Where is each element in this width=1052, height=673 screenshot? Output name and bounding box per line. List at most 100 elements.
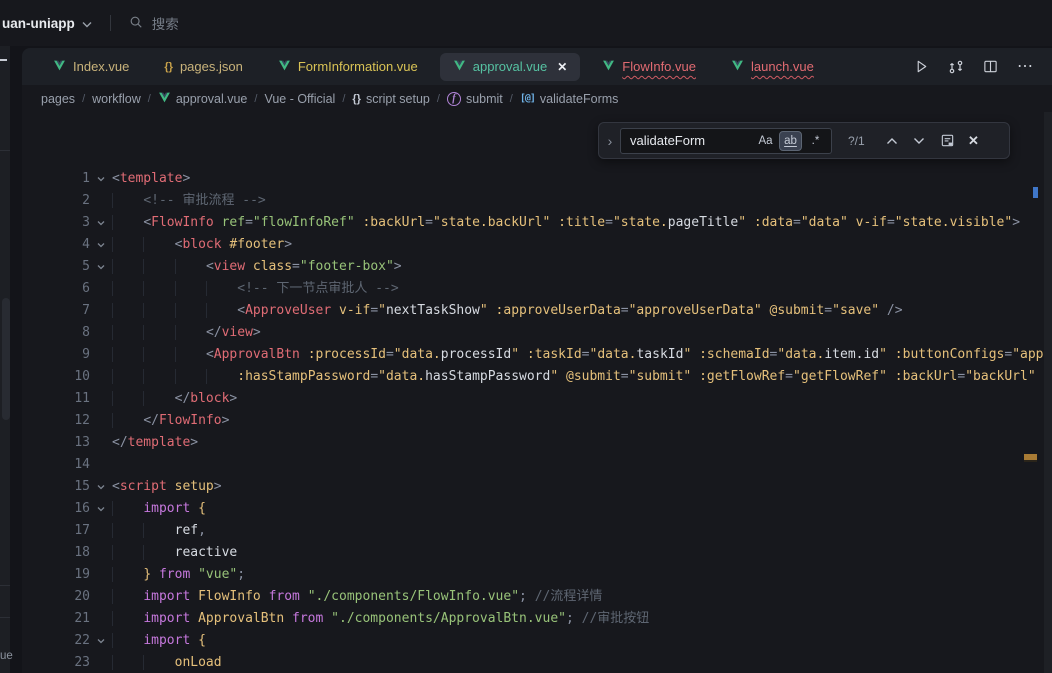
chevron-down-icon (82, 16, 92, 31)
braces-icon: {} (352, 93, 361, 105)
code-line: 5 <view class="footer-box"> (22, 256, 1052, 278)
breadcrumb-separator: / (437, 93, 440, 105)
sidebar-divider (0, 617, 10, 618)
line-content: :hasStampPassword="data.hasStampPassword… (112, 366, 1052, 388)
breadcrumb-item-workflow[interactable]: workflow (92, 92, 141, 106)
previous-match-icon[interactable] (886, 137, 898, 145)
line-number: 15 (22, 476, 90, 498)
tab-pages-json[interactable]: {} pages.json (151, 53, 255, 81)
fold-gutter (90, 366, 112, 388)
vue-icon (453, 59, 466, 75)
breadcrumb-item-validateforms[interactable]: [@]validateForms (520, 92, 619, 106)
find-in-selection-icon[interactable] (940, 133, 955, 148)
code-line: 9 <ApprovalBtn :processId="data.processI… (22, 344, 1052, 366)
code-editor[interactable]: 1<template>2 <!-- 审批流程 -->3 <FlowInfo re… (22, 112, 1052, 673)
breadcrumb-item-approval-vue[interactable]: approval.vue (158, 91, 248, 107)
close-find-icon[interactable]: ✕ (968, 133, 979, 149)
line-content: reactive (112, 542, 1052, 564)
vue-icon (53, 59, 66, 75)
code-line: 10 :hasStampPassword="data.hasStampPassw… (22, 366, 1052, 388)
find-result-count: ?/1 (848, 134, 872, 148)
titlebar-divider (110, 15, 111, 31)
line-content: <template> (112, 168, 1052, 190)
whole-word-button[interactable]: ab (779, 131, 802, 151)
breadcrumb-label: script setup (366, 92, 430, 106)
line-number: 6 (22, 278, 90, 300)
line-content: import { (112, 630, 1052, 652)
fold-gutter (90, 586, 112, 608)
code-line: 12 </FlowInfo> (22, 410, 1052, 432)
toggle-replace-icon[interactable]: › (602, 133, 618, 149)
more-actions-icon[interactable]: ⋯ (1017, 62, 1034, 72)
fold-chevron-icon[interactable] (90, 234, 112, 256)
tab-index-vue[interactable]: Index.vue (40, 53, 142, 81)
fold-gutter (90, 410, 112, 432)
breadcrumb-label: workflow (92, 92, 141, 106)
find-nav (886, 133, 955, 148)
fold-chevron-icon[interactable] (90, 498, 112, 520)
split-editor-icon[interactable] (983, 59, 998, 74)
fold-gutter (90, 542, 112, 564)
run-icon[interactable] (914, 59, 929, 74)
sidebar-partial-filename: ue (0, 650, 13, 662)
breadcrumb-separator: / (148, 93, 151, 105)
line-content: <!-- 下一节点审批人 --> (112, 278, 1052, 300)
fold-gutter (90, 608, 112, 630)
tab-label: pages.json (180, 59, 243, 74)
title-bar: uan-uniapp 搜索 (0, 0, 1052, 46)
code-line: 1 <template> (22, 168, 1052, 190)
tab-label: Index.vue (73, 59, 129, 74)
vue-icon (731, 59, 744, 75)
next-match-icon[interactable] (913, 137, 925, 145)
project-switcher[interactable]: uan-uniapp (2, 16, 92, 31)
editor-scrollbar[interactable] (1044, 112, 1052, 673)
code-line: 17 ref, (22, 520, 1052, 542)
tab-forminformation-vue[interactable]: FormInformation.vue (265, 53, 431, 81)
sidebar-fragment: ue (0, 46, 10, 673)
line-number: 2 (22, 190, 90, 212)
tab-launch-vue[interactable]: launch.vue (718, 53, 827, 81)
breadcrumb: pages/workflow/approval.vue/Vue - Offici… (22, 85, 1052, 112)
fold-gutter (90, 520, 112, 542)
breadcrumb-label: validateForms (540, 92, 619, 106)
find-input[interactable]: validateForm Aa ab .* (620, 128, 832, 154)
close-icon[interactable]: ✕ (557, 60, 567, 74)
fold-chevron-icon[interactable] (90, 212, 112, 234)
line-content: import ApprovalBtn from "./components/Ap… (112, 608, 1052, 630)
search-placeholder: 搜索 (152, 13, 179, 33)
line-number: 9 (22, 344, 90, 366)
line-content: </block> (112, 388, 1052, 410)
global-search[interactable]: 搜索 (129, 13, 179, 33)
line-content: <ApprovalBtn :processId="data.processId"… (112, 344, 1052, 366)
line-content: ref, (112, 520, 1052, 542)
fold-chevron-icon[interactable] (90, 256, 112, 278)
sidebar-scrollbar[interactable] (2, 298, 10, 420)
breadcrumb-item-pages[interactable]: pages (41, 92, 75, 106)
line-number: 5 (22, 256, 90, 278)
tab-flowinfo-vue[interactable]: FlowInfo.vue (589, 53, 709, 81)
line-number: 1 (22, 168, 90, 190)
tab-label: approval.vue (473, 59, 547, 74)
fold-chevron-icon[interactable] (90, 476, 112, 498)
line-content: <!-- 审批流程 --> (112, 190, 1052, 212)
tab-approval-vue[interactable]: approval.vue ✕ (440, 53, 581, 81)
line-content: <view class="footer-box"> (112, 256, 1052, 278)
line-content: </view> (112, 322, 1052, 344)
search-icon (129, 15, 143, 32)
match-case-button[interactable]: Aa (754, 131, 777, 151)
line-number: 8 (22, 322, 90, 344)
line-number: 12 (22, 410, 90, 432)
fold-chevron-icon[interactable] (90, 168, 112, 190)
fold-chevron-icon[interactable] (90, 630, 112, 652)
breadcrumb-item-vue-official[interactable]: Vue - Official (264, 92, 335, 106)
braces-icon: {} (164, 61, 173, 73)
fold-gutter (90, 300, 112, 322)
breadcrumb-item-submit[interactable]: fsubmit (447, 92, 503, 106)
compare-changes-icon[interactable] (948, 59, 964, 75)
vue-icon (278, 59, 291, 75)
tab-label: launch.vue (751, 59, 814, 74)
breadcrumb-label: Vue - Official (264, 92, 335, 106)
breadcrumb-item-script-setup[interactable]: {} script setup (352, 92, 429, 106)
regex-button[interactable]: .* (804, 131, 827, 151)
line-number: 17 (22, 520, 90, 542)
